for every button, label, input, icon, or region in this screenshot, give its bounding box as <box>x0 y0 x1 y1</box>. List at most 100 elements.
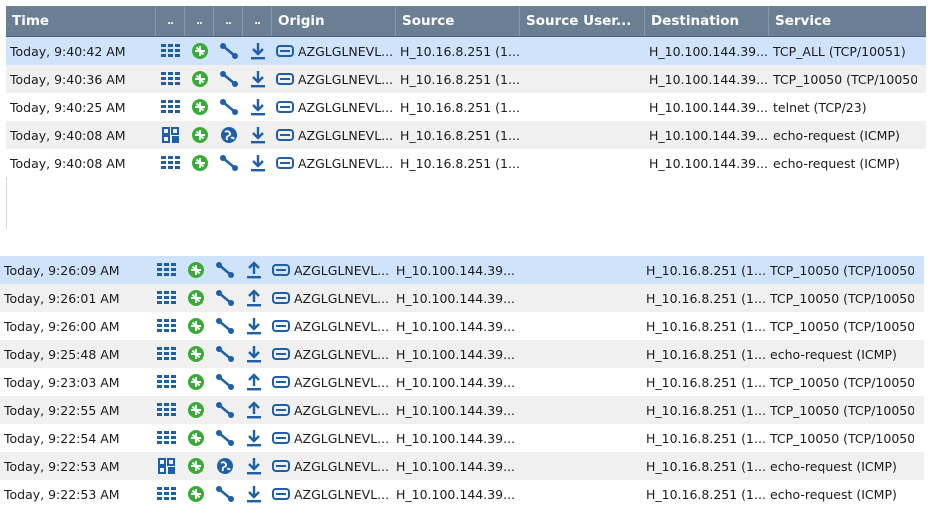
accept-icon <box>185 98 214 116</box>
cell-destination: H_10.100.144.39... <box>649 43 769 59</box>
gateway-icon <box>276 101 298 113</box>
gateway-icon <box>276 45 298 57</box>
gateway-icon <box>272 376 294 388</box>
table-row[interactable]: Today, 9:22:55 AM AZGLGLNEVL... H_10.100.1… <box>0 396 924 424</box>
cell-service: echo-request (ICMP) <box>773 127 900 143</box>
connection-icon <box>210 317 239 335</box>
cell-destination: H_10.16.8.251 (1... <box>646 318 766 334</box>
connection-icon <box>210 401 239 419</box>
cell-service: telnet (TCP/23) <box>773 99 867 115</box>
cell-destination: H_10.100.144.39... <box>649 71 769 87</box>
cell-destination: H_10.16.8.251 (1... <box>646 290 766 306</box>
accept-icon <box>185 42 214 60</box>
table-row[interactable]: Today, 9:23:03 AM AZGLGLNEVL... H_10.100.1… <box>0 368 924 396</box>
download-arrow-icon <box>243 42 272 60</box>
origin-text: AZGLGLNEVL... <box>294 290 390 306</box>
globe-icon <box>214 126 243 144</box>
cell-service: echo-request (ICMP) <box>770 486 897 502</box>
cell-destination: H_10.16.8.251 (1... <box>646 346 766 362</box>
origin-text: AZGLGLNEVL... <box>294 374 390 390</box>
blade-icon <box>152 319 181 333</box>
cell-service: TCP_ALL (TCP/10051) <box>773 43 906 59</box>
accept-icon <box>181 345 210 363</box>
origin-text: AZGLGLNEVL... <box>298 71 394 87</box>
cell-source: H_10.100.144.39... <box>396 374 516 390</box>
cell-destination: H_10.16.8.251 (1... <box>646 262 766 278</box>
globe-icon <box>210 457 239 475</box>
gateway-icon <box>272 488 294 500</box>
cell-time: Today, 9:40:25 AM <box>10 99 126 115</box>
cell-service: TCP_10050 (TCP/10050) <box>770 290 914 306</box>
blade-icon <box>156 44 185 58</box>
grid-icon <box>152 458 181 474</box>
connection-icon <box>210 261 239 279</box>
table-row[interactable]: Today, 9:26:09 AM AZGLGLNEVL... H_10.100.1… <box>0 256 924 284</box>
accept-icon <box>181 317 210 335</box>
cell-origin: AZGLGLNEVL... <box>268 347 392 362</box>
gateway-icon <box>272 404 294 416</box>
origin-text: AZGLGLNEVL... <box>294 402 390 418</box>
cell-destination: H_10.100.144.39... <box>649 155 769 171</box>
cell-origin: AZGLGLNEVL... <box>272 100 396 115</box>
table-row[interactable]: Today, 9:40:08 AM AZGLGLNEVL... H_10.16.8.… <box>6 149 926 177</box>
cell-service: TCP_10050 (TCP/10050) <box>770 402 914 418</box>
table-row[interactable]: Today, 9:22:53 AM AZGLGLNEVL... H_10.100.1… <box>0 480 924 508</box>
connection-icon <box>210 485 239 503</box>
table-row[interactable]: Today, 9:26:00 AM AZGLGLNEVL... H_10.100.1… <box>0 312 924 340</box>
cell-destination: H_10.16.8.251 (1... <box>646 486 766 502</box>
origin-text: AZGLGLNEVL... <box>294 346 390 362</box>
table-row[interactable]: Today, 9:40:25 AM AZGLGLNEVL... H_10.16.8.… <box>6 93 926 121</box>
blade-icon <box>152 263 181 277</box>
connection-icon <box>214 70 243 88</box>
gateway-icon <box>272 460 294 472</box>
origin-text: AZGLGLNEVL... <box>298 43 394 59</box>
upload-arrow-icon <box>239 401 268 419</box>
col-header-direction[interactable]: .. <box>243 6 272 36</box>
download-arrow-icon <box>243 154 272 172</box>
accept-icon <box>185 154 214 172</box>
table-row[interactable]: Today, 9:22:54 AM AZGLGLNEVL... H_10.100.1… <box>0 424 924 452</box>
col-header-source-user[interactable]: Source User... <box>520 6 645 36</box>
accept-icon <box>181 289 210 307</box>
download-arrow-icon <box>239 429 268 447</box>
connection-icon <box>214 154 243 172</box>
cell-origin: AZGLGLNEVL... <box>272 44 396 59</box>
cell-destination: H_10.16.8.251 (1... <box>646 402 766 418</box>
col-header-time[interactable]: Time <box>6 6 156 36</box>
cell-time: Today, 9:22:53 AM <box>4 458 120 474</box>
cell-time: Today, 9:22:55 AM <box>4 402 120 418</box>
cell-service: echo-request (ICMP) <box>773 155 900 171</box>
table-row[interactable]: Today, 9:40:08 AM AZGLGLNEVL... H_10.16.8.… <box>6 121 926 149</box>
blade-icon <box>152 403 181 417</box>
table-row[interactable]: Today, 9:40:36 AM AZGLGLNEVL... H_10.16.8.… <box>6 65 926 93</box>
table-row[interactable]: Today, 9:26:01 AM AZGLGLNEVL... H_10.100.1… <box>0 284 924 312</box>
upload-arrow-icon <box>239 261 268 279</box>
col-header-service[interactable]: Service <box>769 6 917 36</box>
cell-source: H_10.100.144.39... <box>396 346 516 362</box>
blade-icon <box>152 291 181 305</box>
table-row[interactable]: Today, 9:25:48 AM AZGLGLNEVL... H_10.100.1… <box>0 340 924 368</box>
download-arrow-icon <box>239 457 268 475</box>
table-empty-area <box>6 177 926 229</box>
cell-source: H_10.16.8.251 (1... <box>400 155 520 171</box>
accept-icon <box>181 485 210 503</box>
connection-icon <box>210 345 239 363</box>
col-header-type[interactable]: .. <box>156 6 185 36</box>
cell-time: Today, 9:40:36 AM <box>10 71 126 87</box>
cell-source: H_10.16.8.251 (1... <box>400 43 520 59</box>
accept-icon <box>181 373 210 391</box>
col-header-blade[interactable]: .. <box>214 6 243 36</box>
gateway-icon <box>272 320 294 332</box>
cell-origin: AZGLGLNEVL... <box>268 459 392 474</box>
table-row[interactable]: Today, 9:40:42 AM AZGLGLNEVL... H_10.16.8.… <box>6 37 926 65</box>
col-header-origin[interactable]: Origin <box>272 6 396 36</box>
cell-service: echo-request (ICMP) <box>770 346 897 362</box>
col-header-destination[interactable]: Destination <box>645 6 769 36</box>
table-row[interactable]: Today, 9:22:53 AM AZGLGLNEVL... H_10.100.1… <box>0 452 924 480</box>
blade-icon <box>152 487 181 501</box>
col-header-action[interactable]: .. <box>185 6 214 36</box>
cell-destination: H_10.100.144.39... <box>649 99 769 115</box>
cell-service: TCP_10050 (TCP/10050) <box>770 318 914 334</box>
upload-arrow-icon <box>239 289 268 307</box>
col-header-source[interactable]: Source <box>396 6 520 36</box>
